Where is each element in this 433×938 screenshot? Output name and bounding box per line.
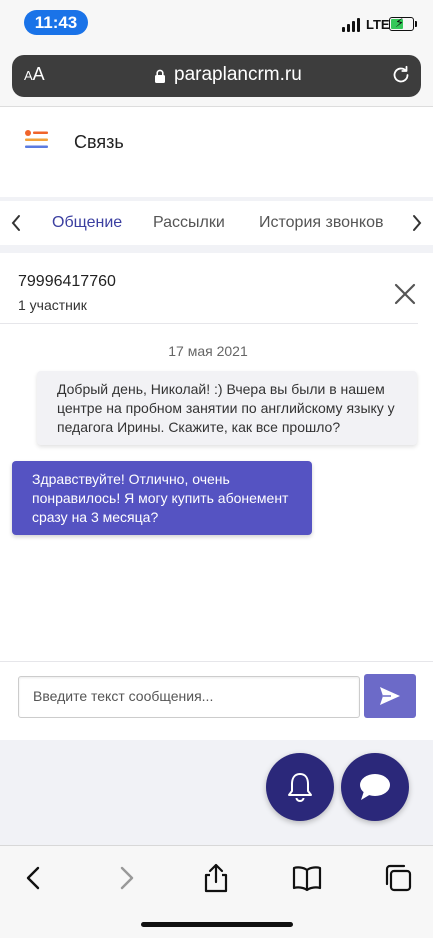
address-bar[interactable]: AA paraplancrm.ru	[12, 55, 421, 97]
chevron-right-icon	[413, 215, 422, 231]
notifications-fab[interactable]	[266, 753, 334, 821]
bell-icon	[288, 773, 312, 802]
chevron-left-icon	[11, 215, 20, 231]
tabs-icon[interactable]	[382, 862, 414, 894]
tab-communication[interactable]: Общение	[52, 214, 122, 232]
tabs-bar: Общение Рассылки История звонков	[0, 197, 433, 253]
header-divider	[0, 323, 418, 324]
network-type: LTE	[366, 17, 390, 32]
incoming-message-text: Добрый день, Николай! :) Вчера вы были в…	[57, 381, 395, 435]
app-header: Связь	[0, 107, 433, 197]
message-composer	[18, 676, 360, 718]
lock-icon	[155, 69, 165, 83]
outgoing-message: Здравствуйте! Отлично, очень понравилось…	[12, 461, 312, 535]
outgoing-message-text: Здравствуйте! Отлично, очень понравилось…	[32, 471, 289, 525]
url-text: paraplancrm.ru	[174, 64, 302, 85]
tabs-strip: Общение Рассылки История звонков	[0, 201, 433, 245]
composer-divider	[0, 661, 433, 662]
status-time: 11:43	[24, 10, 88, 35]
chat-bubble-icon	[360, 774, 390, 800]
participants-count: 1 участник	[18, 297, 87, 313]
send-button[interactable]	[364, 674, 416, 718]
home-indicator	[141, 922, 293, 927]
status-bar: 11:43 LTE ⚡	[0, 0, 433, 48]
chat-panel: 79996417760 1 участник 17 мая 2021 Добры…	[0, 253, 433, 740]
share-icon[interactable]	[200, 862, 232, 894]
signal-icon	[342, 18, 362, 32]
browser-toolbar	[0, 845, 433, 938]
tab-call-history[interactable]: История звонков	[259, 214, 383, 232]
send-icon	[380, 687, 400, 705]
message-input[interactable]	[19, 677, 353, 715]
tabs-list: Общение Рассылки История звонков	[33, 201, 395, 245]
battery-icon: ⚡	[389, 15, 417, 31]
tab-mailings[interactable]: Рассылки	[153, 214, 225, 232]
bookmarks-icon[interactable]	[291, 862, 323, 894]
browser-address-area: AA paraplancrm.ru	[0, 48, 433, 107]
contact-phone: 79996417760	[18, 273, 116, 290]
page-title: Связь	[74, 132, 124, 152]
chat-fab[interactable]	[341, 753, 409, 821]
tabs-next-button[interactable]	[401, 201, 433, 245]
back-icon[interactable]	[18, 862, 50, 894]
text-size-button[interactable]: AA	[24, 64, 45, 85]
menu-lines-icon[interactable]	[24, 130, 48, 150]
incoming-message: Добрый день, Николай! :) Вчера вы были в…	[37, 371, 417, 445]
forward-icon[interactable]	[110, 862, 142, 894]
reload-icon[interactable]	[390, 64, 412, 86]
message-date: 17 мая 2021	[168, 343, 248, 359]
tabs-prev-button[interactable]	[0, 201, 32, 245]
close-icon[interactable]	[392, 281, 418, 307]
